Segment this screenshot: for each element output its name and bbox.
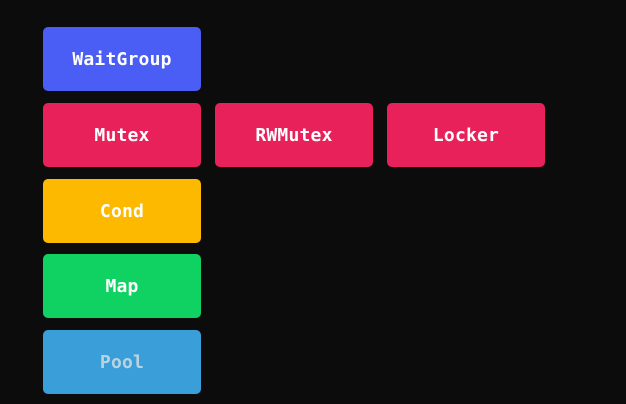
cond-box: Cond xyxy=(43,179,201,243)
mutex-box: Mutex xyxy=(43,103,201,167)
pool-box: Pool xyxy=(43,330,201,394)
waitgroup-label: WaitGroup xyxy=(72,48,172,70)
rwmutex-label: RWMutex xyxy=(255,124,333,146)
map-label: Map xyxy=(105,275,139,297)
mutex-label: Mutex xyxy=(94,124,150,146)
pool-label: Pool xyxy=(99,351,145,373)
locker-box: Locker xyxy=(387,103,545,167)
locker-label: Locker xyxy=(432,124,500,146)
waitgroup-box: WaitGroup xyxy=(43,27,201,91)
rwmutex-box: RWMutex xyxy=(215,103,373,167)
map-box: Map xyxy=(43,254,201,318)
cond-label: Cond xyxy=(99,200,145,222)
